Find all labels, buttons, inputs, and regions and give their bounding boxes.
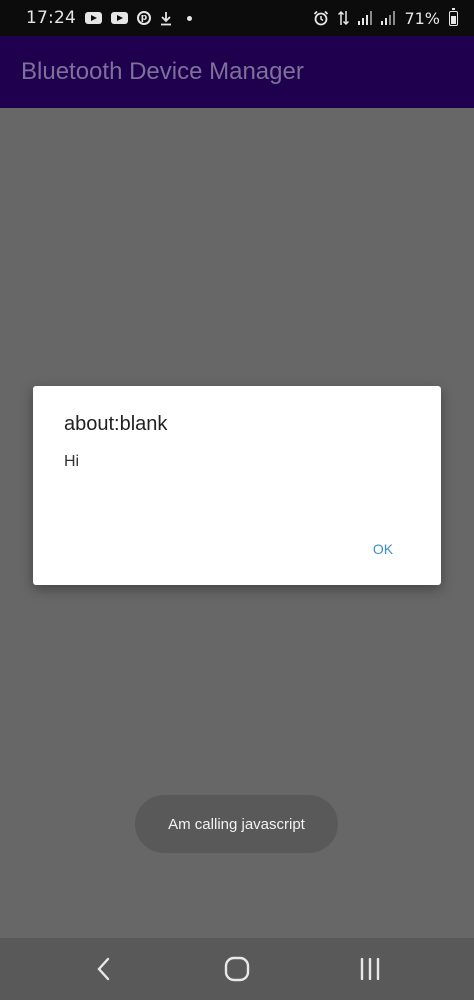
status-right: 71% <box>313 7 458 28</box>
dialog-message: Hi <box>64 453 80 470</box>
back-button[interactable] <box>64 938 144 1000</box>
signal-icon <box>358 11 373 25</box>
status-time: 17:24 <box>26 8 76 28</box>
screen: 17:24 p 71% Bluetooth Device Manager abo… <box>0 0 474 1000</box>
recents-icon <box>360 958 380 980</box>
pinterest-icon: p <box>137 11 151 25</box>
toast: Am calling javascript <box>135 795 338 853</box>
home-button[interactable] <box>197 938 277 1000</box>
status-left: 17:24 p <box>26 8 192 28</box>
battery-percent: 71% <box>404 8 440 28</box>
toast-text: Am calling javascript <box>168 815 305 833</box>
navigation-bar <box>0 938 474 1000</box>
ok-button[interactable]: OK <box>361 533 405 565</box>
signal-icon <box>381 11 396 25</box>
alarm-icon <box>313 10 329 26</box>
app-title: Bluetooth Device Manager <box>21 58 304 85</box>
status-bar: 17:24 p 71% <box>0 0 474 36</box>
download-icon <box>160 11 172 26</box>
youtube-icon <box>111 12 128 24</box>
home-icon <box>224 956 250 982</box>
back-icon <box>97 957 110 981</box>
youtube-icon <box>85 12 102 24</box>
alert-dialog: about:blank Hi OK <box>33 386 441 585</box>
recents-button[interactable] <box>330 938 410 1000</box>
dot-icon <box>187 15 192 21</box>
data-transfer-icon <box>338 10 350 26</box>
dialog-title: about:blank <box>64 413 168 435</box>
battery-icon <box>449 7 458 26</box>
app-bar: Bluetooth Device Manager <box>0 36 474 108</box>
